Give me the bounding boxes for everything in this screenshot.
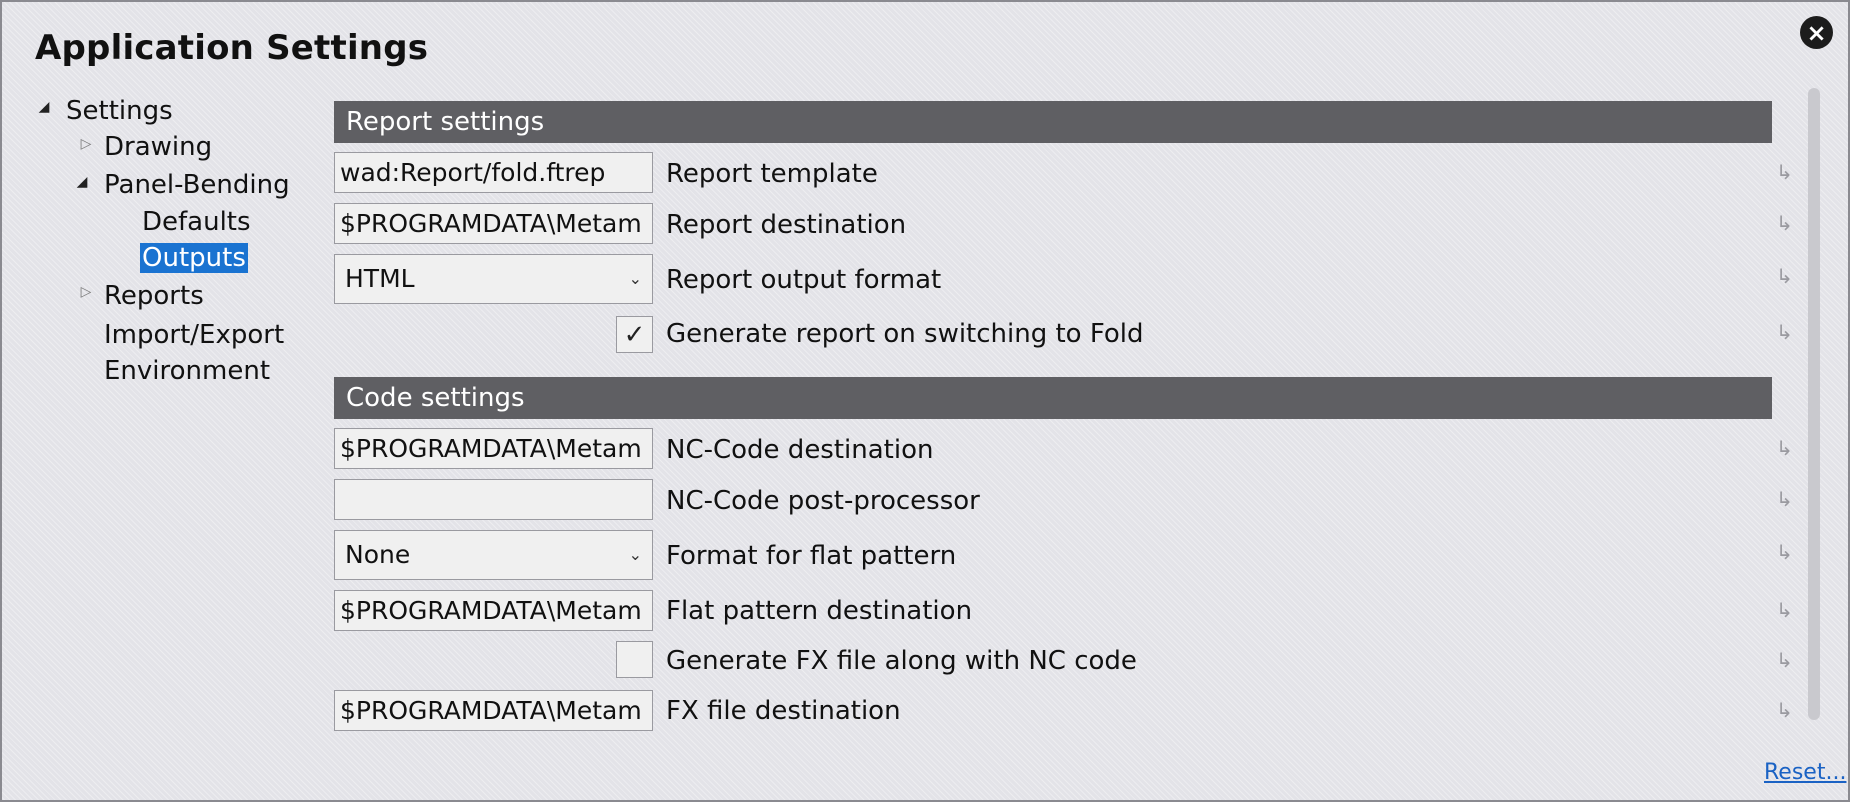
tree-item-panel-bending[interactable]: Panel-Bending xyxy=(104,168,290,202)
reset-report-template-icon[interactable]: ↳ xyxy=(1776,160,1793,184)
vertical-scrollbar[interactable] xyxy=(1808,88,1820,720)
tree-item-import-export[interactable]: Import/Export xyxy=(104,318,284,352)
reset-flat-pattern-format-icon[interactable]: ↳ xyxy=(1776,540,1793,564)
report-template-label: Report template xyxy=(666,159,878,189)
code-settings-header: Code settings xyxy=(334,377,1772,419)
fx-file-destination-input[interactable]: $PROGRAMDATA\Metam xyxy=(334,690,653,731)
application-settings-window: Application Settings × ◢ Settings ▷ Draw… xyxy=(0,0,1850,802)
reset-report-output-format-icon[interactable]: ↳ xyxy=(1776,264,1793,288)
generate-report-label: Generate report on switching to Fold xyxy=(666,319,1144,349)
reset-nc-code-post-processor-icon[interactable]: ↳ xyxy=(1776,487,1793,511)
fx-file-destination-label: FX file destination xyxy=(666,696,901,726)
reset-report-destination-icon[interactable]: ↳ xyxy=(1776,211,1793,235)
tree-item-outputs-label: Outputs xyxy=(140,243,248,273)
tree-item-drawing[interactable]: Drawing xyxy=(104,130,212,164)
tree-item-reports[interactable]: Reports xyxy=(104,279,204,313)
tree-item-settings[interactable]: Settings xyxy=(66,94,173,128)
nc-code-post-processor-input[interactable] xyxy=(334,479,653,520)
tree-expand-drawing-icon[interactable]: ▷ xyxy=(78,136,94,152)
tree-item-environment[interactable]: Environment xyxy=(104,354,270,388)
tree-expand-reports-icon[interactable]: ▷ xyxy=(78,284,94,300)
generate-fx-label: Generate FX file along with NC code xyxy=(666,646,1137,676)
flat-pattern-format-value: None xyxy=(345,540,411,569)
report-destination-input[interactable]: $PROGRAMDATA\Metam xyxy=(334,203,653,244)
chevron-down-icon: ⌄ xyxy=(628,545,642,564)
report-settings-header: Report settings xyxy=(334,101,1772,143)
reset-generate-report-icon[interactable]: ↳ xyxy=(1776,320,1793,344)
tree-expand-settings-icon[interactable]: ◢ xyxy=(36,99,52,115)
close-icon[interactable]: × xyxy=(1800,16,1833,49)
tree-item-outputs[interactable]: Outputs xyxy=(140,241,248,275)
report-output-format-value: HTML xyxy=(345,264,415,293)
report-output-format-select[interactable]: HTML ⌄ xyxy=(334,254,653,304)
generate-fx-checkbox[interactable] xyxy=(616,641,653,678)
nc-code-post-processor-label: NC-Code post-processor xyxy=(666,486,980,516)
report-template-input[interactable]: wad:Report/fold.ftrep xyxy=(334,152,653,193)
reset-link[interactable]: Reset... xyxy=(1764,760,1846,785)
reset-generate-fx-icon[interactable]: ↳ xyxy=(1776,648,1793,672)
report-destination-label: Report destination xyxy=(666,210,907,240)
flat-pattern-destination-input[interactable]: $PROGRAMDATA\Metam xyxy=(334,590,653,631)
report-output-format-label: Report output format xyxy=(666,265,942,295)
reset-flat-pattern-destination-icon[interactable]: ↳ xyxy=(1776,598,1793,622)
window-title: Application Settings xyxy=(35,28,429,68)
generate-report-checkbox[interactable]: ✓ xyxy=(616,316,653,353)
chevron-down-icon: ⌄ xyxy=(628,269,642,288)
tree-item-defaults[interactable]: Defaults xyxy=(142,205,251,239)
nc-code-destination-label: NC-Code destination xyxy=(666,435,934,465)
flat-pattern-format-label: Format for flat pattern xyxy=(666,541,957,571)
reset-nc-code-destination-icon[interactable]: ↳ xyxy=(1776,436,1793,460)
nc-code-destination-input[interactable]: $PROGRAMDATA\Metam xyxy=(334,428,653,469)
tree-expand-panel-bending-icon[interactable]: ◢ xyxy=(74,174,90,190)
flat-pattern-destination-label: Flat pattern destination xyxy=(666,596,973,626)
reset-fx-file-destination-icon[interactable]: ↳ xyxy=(1776,698,1793,722)
flat-pattern-format-select[interactable]: None ⌄ xyxy=(334,530,653,580)
check-mark-icon: ✓ xyxy=(623,319,646,350)
